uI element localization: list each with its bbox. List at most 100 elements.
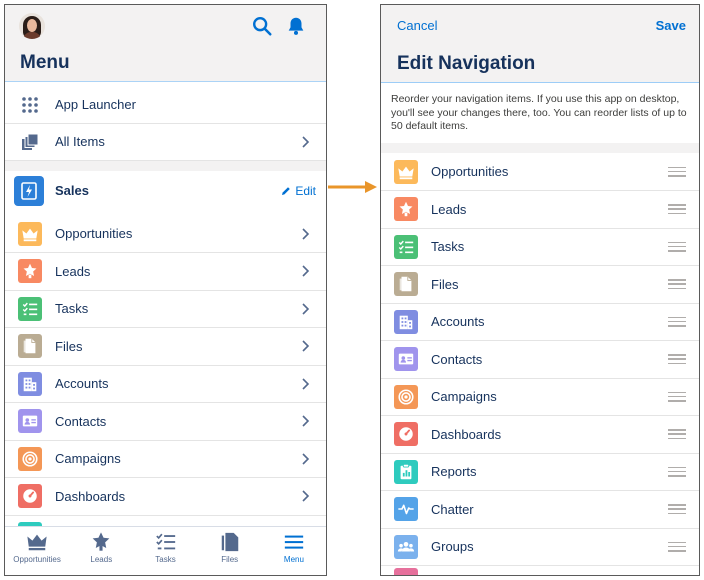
drag-handle-icon[interactable] [668,241,686,252]
nav-item-label: Accounts [431,314,485,329]
pulse-icon [394,497,418,521]
nav-item-label: Files [55,338,83,354]
target-icon [394,384,418,409]
building-icon [394,309,418,334]
building-icon [18,371,42,396]
nav-item-label: Tasks [431,239,465,254]
chevron-right-icon [302,265,310,277]
tab-label: Files [221,555,239,564]
tab-tasks[interactable]: Tasks [133,527,197,575]
tab-opportunities[interactable]: Opportunities [5,527,69,575]
app-name: Sales [55,183,89,198]
reorder-item-leads[interactable]: Leads [381,191,699,229]
groups-icon [394,534,418,559]
drag-handle-icon[interactable] [668,279,686,289]
menu-header: Menu [5,5,326,82]
hamburger-icon [284,535,304,549]
nav-item-label: Contacts [431,351,483,367]
save-button[interactable]: Save [656,18,686,33]
nav-item-contacts[interactable]: Contacts [5,403,326,441]
nav-item-label: Leads [55,263,91,279]
drag-handle-icon[interactable] [668,466,686,477]
chevron-right-icon [302,452,310,465]
reorder-item-chatter[interactable]: Chatter [381,491,699,529]
crown-icon [394,159,418,184]
drag-handle-icon[interactable] [668,504,686,514]
app-section-sales: Sales Edit [5,171,326,210]
reorder-item-opportunities[interactable]: Opportunities [381,153,699,191]
menu-item-app-launcher[interactable]: App Launcher [5,86,326,124]
star-person-icon [92,532,110,551]
nav-item-label: Leads [431,201,467,217]
reorder-item-campaigns[interactable]: Campaigns [381,378,699,416]
file-icon [394,272,418,296]
reorder-item-accounts[interactable]: Accounts [381,303,699,341]
nav-item-files[interactable]: Files [5,328,326,366]
nav-item-label: Reports [431,464,477,479]
nav-item-campaigns[interactable]: Campaigns [5,440,326,478]
bottom-tab-bar: Opportunities Leads Tasks Files Menu [5,526,326,575]
chevron-right-icon [302,302,310,315]
drag-handle-icon[interactable] [668,166,686,177]
nav-item-label: Files [431,276,459,292]
report-icon [394,459,418,484]
tab-menu[interactable]: Menu [262,527,326,575]
drag-handle-icon[interactable] [668,541,686,552]
edit-navigation-button[interactable]: Edit [281,184,316,198]
nav-item-opportunities[interactable]: Opportunities [5,215,326,253]
reorder-item-dashboards[interactable]: Dashboards [381,416,699,454]
chevron-right-icon [302,227,310,240]
checklist-icon [394,234,418,259]
tab-files[interactable]: Files [198,527,262,575]
chevron-right-icon [302,490,310,502]
tab-label: Leads [90,555,113,564]
nav-item-label: Campaigns [55,451,121,466]
file-icon [18,334,42,358]
chevron-right-icon [302,415,310,427]
menu-item-all-items[interactable]: All Items [5,123,326,161]
edit-navigation-screen: Cancel Save Edit Navigation Reorder your… [380,4,700,576]
edit-navigation-header: Cancel Save Edit Navigation [381,5,699,83]
avatar[interactable] [19,13,45,39]
nav-item-tasks[interactable]: Tasks [5,290,326,328]
nav-item-label: Accounts [55,376,109,391]
reorder-item-reports[interactable]: Reports [381,453,699,491]
contact-card-icon [394,347,418,371]
drag-handle-icon[interactable] [668,429,686,439]
drag-handle-icon[interactable] [668,316,686,327]
nav-item-dashboards[interactable]: Dashboards [5,478,326,516]
reorder-item-groups[interactable]: Groups [381,528,699,566]
search-icon[interactable] [251,15,273,37]
nav-item-label: Dashboards [55,488,126,504]
nav-item-leads[interactable]: Leads [5,253,326,291]
nav-item-label: Dashboards [431,426,502,442]
gauge-icon [394,422,418,446]
chevron-right-icon [302,340,310,352]
crown-icon [27,534,47,551]
reorder-item-files[interactable]: Files [381,266,699,304]
nav-item-label: Campaigns [431,389,497,404]
drag-handle-icon[interactable] [668,391,686,402]
menu-item-label: All Items [55,134,105,149]
nav-item-label: Opportunities [431,164,509,179]
section-divider [381,143,699,153]
page-title: Menu [20,52,70,73]
nav-item-label: Tasks [55,301,89,316]
chevron-right-icon [302,377,310,390]
menu-item-label: App Launcher [55,97,136,112]
drag-handle-icon[interactable] [668,354,686,364]
tab-leads[interactable]: Leads [69,527,133,575]
lightning-app-icon [14,175,44,206]
cancel-button[interactable]: Cancel [397,18,437,33]
reorder-item-tasks[interactable]: Tasks [381,228,699,266]
gauge-icon [18,484,42,508]
target-icon [18,446,42,471]
star-person-icon [18,259,42,283]
reorder-item-contacts[interactable]: Contacts [381,341,699,379]
nav-item-accounts[interactable]: Accounts [5,365,326,403]
drag-handle-icon[interactable] [668,204,686,214]
partial-list-item [394,568,418,575]
nav-item-label: Chatter [431,501,474,517]
nav-item-label: Groups [431,539,474,554]
bell-icon[interactable] [285,15,307,37]
